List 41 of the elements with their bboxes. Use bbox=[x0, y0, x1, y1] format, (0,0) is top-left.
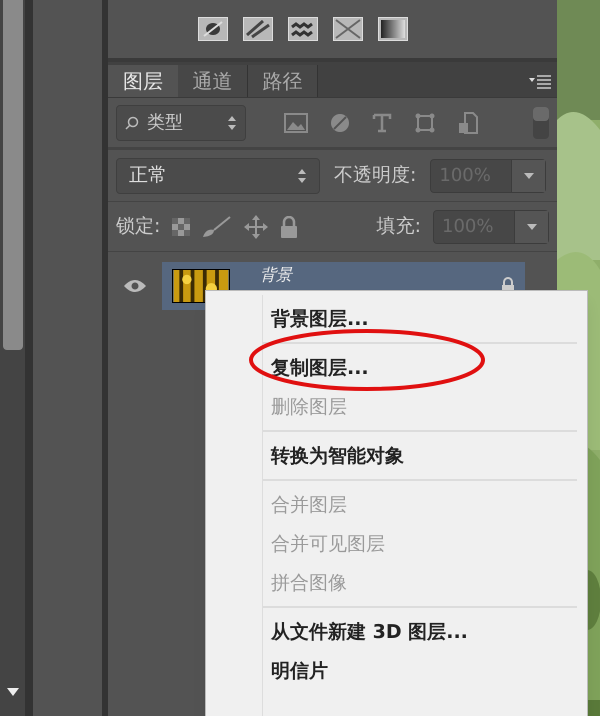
gradient-icon[interactable] bbox=[378, 17, 408, 41]
fill-label: 填充: bbox=[376, 214, 421, 240]
opacity-label: 不透明度: bbox=[334, 163, 416, 188]
blend-mode-dropdown[interactable]: 正常 bbox=[116, 158, 320, 194]
move-icon[interactable] bbox=[244, 214, 268, 238]
filter-value: 类型 bbox=[147, 111, 184, 135]
filter-dropdown[interactable]: 类型 bbox=[116, 104, 246, 140]
curves-icon[interactable] bbox=[288, 17, 318, 41]
spinner-arrows-icon bbox=[227, 114, 237, 130]
spinner-arrows-icon bbox=[297, 168, 307, 184]
scrollbar[interactable] bbox=[0, 0, 25, 716]
lock-icon[interactable] bbox=[280, 216, 298, 238]
smart-object-filter-icon[interactable] bbox=[458, 112, 478, 134]
menu-item[interactable]: 明信片 bbox=[271, 660, 328, 682]
text-filter-icon[interactable] bbox=[372, 112, 392, 132]
adjustment-filter-icon[interactable] bbox=[330, 112, 350, 132]
eye-icon[interactable] bbox=[123, 279, 147, 293]
menu-item[interactable]: 从文件新建 3D 图层... bbox=[271, 620, 468, 642]
panel-tab[interactable]: 通道 bbox=[178, 65, 248, 97]
shape-filter-icon[interactable] bbox=[414, 112, 436, 134]
exposure-icon[interactable] bbox=[198, 17, 228, 41]
menu-item[interactable]: 背景图层... bbox=[271, 308, 369, 330]
image-filter-icon[interactable] bbox=[284, 112, 308, 132]
panel-tab[interactable]: 路径 bbox=[248, 65, 318, 97]
dropdown-arrow-icon bbox=[524, 172, 534, 178]
menu-item[interactable]: 转换为智能对象 bbox=[271, 444, 404, 466]
layer-name: 背景 bbox=[260, 265, 292, 285]
brush-icon[interactable] bbox=[202, 216, 232, 238]
panel-tab[interactable]: 图层 bbox=[108, 65, 178, 97]
blend-mode-value: 正常 bbox=[129, 163, 168, 188]
filter-toggle[interactable] bbox=[533, 106, 549, 138]
bowtie-icon[interactable] bbox=[333, 17, 363, 41]
panel-menu-icon[interactable] bbox=[529, 75, 551, 89]
lock-label: 锁定: bbox=[116, 214, 160, 240]
dropdown-arrow-icon bbox=[526, 224, 536, 230]
menu-item[interactable]: 复制图层... bbox=[271, 356, 369, 378]
scroll-down-icon[interactable] bbox=[6, 688, 18, 696]
search-icon bbox=[125, 116, 139, 130]
checker-icon[interactable] bbox=[172, 218, 190, 236]
scrollbar-thumb[interactable] bbox=[2, 0, 22, 350]
gradient-map-icon[interactable] bbox=[243, 17, 273, 41]
